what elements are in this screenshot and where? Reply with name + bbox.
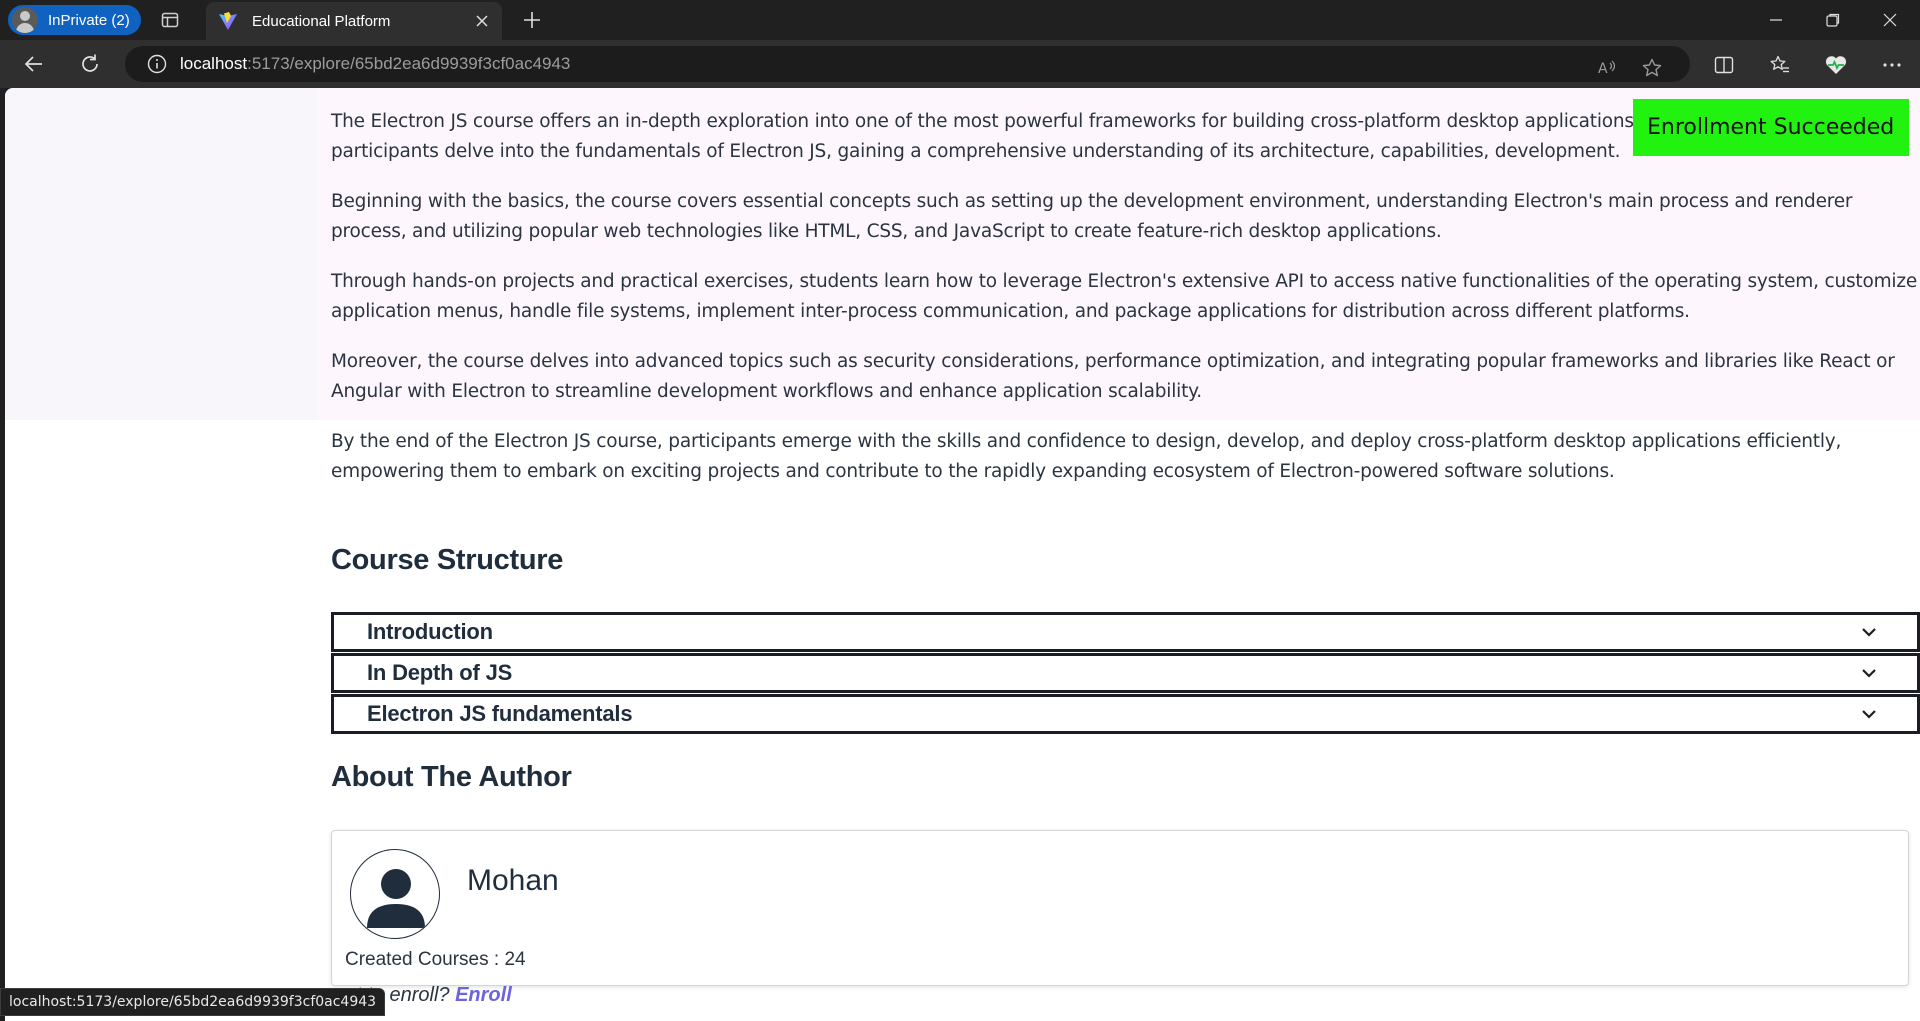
module-title: Electron JS fundamentals <box>367 701 633 726</box>
inprivate-profile-button[interactable]: InPrivate (2) <box>8 5 141 35</box>
chevron-down-icon[interactable] <box>1857 702 1881 726</box>
description-paragraph: Beginning with the basics, the course co… <box>331 191 1853 242</box>
module-accordion[interactable]: In Depth of JS <box>331 653 1920 693</box>
restore-icon[interactable] <box>1821 8 1845 32</box>
module-accordion[interactable]: Electron JS fundamentals <box>331 694 1920 734</box>
close-window-icon[interactable] <box>1878 8 1902 32</box>
site-info-icon[interactable] <box>146 53 168 75</box>
sidebar-background <box>5 88 318 420</box>
chevron-down-icon[interactable] <box>1857 620 1881 644</box>
enrollment-success-toast: Enrollment Succeeded <box>1633 99 1909 156</box>
chevron-down-icon[interactable] <box>1857 661 1881 685</box>
module-accordion[interactable]: Introduction <box>331 612 1920 652</box>
author-name: Mohan <box>467 864 559 897</box>
vite-favicon-icon <box>218 11 238 31</box>
page-viewport: The Electron JS course offers an in-dept… <box>5 88 1920 1021</box>
favorite-star-icon[interactable] <box>1640 56 1664 80</box>
close-tab-icon[interactable] <box>472 11 492 31</box>
browser-tab-bar: InPrivate (2) Educational Platform <box>0 0 1920 40</box>
profile-label: InPrivate (2) <box>48 11 130 29</box>
more-menu-icon[interactable] <box>1879 52 1905 78</box>
module-title: In Depth of JS <box>367 660 513 685</box>
favorites-icon[interactable] <box>1767 52 1793 78</box>
refresh-icon[interactable] <box>78 52 102 76</box>
url-text[interactable]: localhost:5173/explore/65bd2ea6d9939f3cf… <box>180 54 570 74</box>
description-paragraph: Through hands-on projects and practical … <box>331 271 1918 322</box>
author-avatar-icon <box>350 849 440 939</box>
url-path: :5173/explore/65bd2ea6d9939f3cf0ac4943 <box>247 54 571 73</box>
address-bar[interactable]: localhost:5173/explore/65bd2ea6d9939f3cf… <box>125 46 1690 82</box>
new-tab-icon[interactable] <box>521 9 543 31</box>
description-paragraph: By the end of the Electron JS course, pa… <box>331 431 1842 482</box>
split-screen-icon[interactable] <box>1711 52 1737 78</box>
tab-title: Educational Platform <box>252 12 391 30</box>
author-card: Mohan Created Courses : 24 <box>331 830 1909 986</box>
module-title: Introduction <box>367 619 493 644</box>
browser-essentials-icon[interactable] <box>1823 52 1849 78</box>
about-author-heading: About The Author <box>331 761 572 793</box>
course-structure-heading: Course Structure <box>331 544 564 576</box>
profile-avatar-icon <box>12 7 38 33</box>
description-paragraph: Moreover, the course delves into advance… <box>331 351 1895 402</box>
enroll-link[interactable]: Enroll <box>455 984 512 1006</box>
minimize-icon[interactable] <box>1764 8 1788 32</box>
tab-actions-icon[interactable] <box>160 10 180 30</box>
back-arrow-icon[interactable] <box>22 52 46 76</box>
svg-text:A: A <box>1598 61 1608 77</box>
browser-toolbar: localhost:5173/explore/65bd2ea6d9939f3cf… <box>0 40 1920 88</box>
author-created-courses: Created Courses : 24 <box>345 949 526 970</box>
url-host: localhost <box>180 54 248 73</box>
read-aloud-icon[interactable]: A <box>1595 56 1619 80</box>
link-status-bubble: localhost:5173/explore/65bd2ea6d9939f3cf… <box>0 988 386 1016</box>
tab-educational-platform[interactable]: Educational Platform <box>206 2 502 40</box>
